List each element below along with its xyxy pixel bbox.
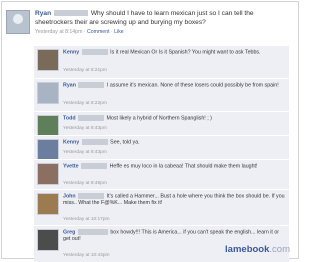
comment-timestamp: Yesterday at 8:49pm	[63, 181, 107, 186]
watermark-suffix: .com	[269, 244, 290, 255]
redacted-surname	[53, 10, 88, 17]
commenter-avatar[interactable]	[37, 139, 59, 161]
comment-text: I assume it's mexican. None of these los…	[106, 82, 279, 89]
commenter-name[interactable]: Yvette	[63, 163, 79, 169]
commenter-avatar[interactable]	[37, 82, 59, 104]
redacted-surname	[81, 163, 108, 169]
comment-link[interactable]: Comment	[87, 29, 110, 35]
meta-separator: ·	[83, 29, 86, 35]
commenter-name[interactable]: Greg	[63, 229, 75, 235]
comment-timestamp: Yesterday at 8:43pm	[63, 150, 107, 155]
comment-timestamp: Yesterday at 8:43pm	[63, 126, 107, 131]
comment-text: Is it real Mexican Or Is it Spanish? You…	[110, 49, 261, 56]
post-body: Ryan Why should I have to learn mexican …	[35, 10, 291, 27]
comment-item: John It's called a Hammer... Bust a hole…	[34, 189, 289, 226]
commenter-avatar[interactable]	[37, 163, 59, 185]
author-name[interactable]: Ryan	[35, 10, 51, 17]
comment-body: Kenny See, told ya.	[63, 139, 285, 146]
comment-timestamp: Yesterday at 10:43pm	[63, 253, 110, 258]
redacted-surname	[77, 229, 108, 235]
comment-body: Greg box howdy!!! This is America... if …	[63, 229, 285, 243]
comment-item: Kenny Is it real Mexican Or Is it Spanis…	[34, 45, 289, 79]
redacted-surname	[78, 193, 105, 199]
commenter-avatar[interactable]	[37, 229, 59, 251]
site-watermark: lamebook.com	[225, 244, 290, 255]
watermark-main: lamebook	[225, 244, 270, 255]
comment-item: Kenny See, told ya. Yesterday at 8:43pm	[34, 135, 289, 161]
meta-separator: ·	[110, 29, 113, 35]
post-meta: Yesterday at 8:14pm · Comment · Like	[35, 29, 124, 35]
commenter-name[interactable]: Todd	[63, 115, 76, 121]
comment-body: Kenny Is it real Mexican Or Is it Spanis…	[63, 49, 285, 56]
commenter-name[interactable]: Kenny	[63, 49, 79, 55]
redacted-surname	[78, 82, 105, 88]
post-timestamp: Yesterday at 8:14pm	[35, 29, 83, 35]
comment-body: Ryan I assume it's mexican. None of thes…	[63, 82, 285, 89]
like-link[interactable]: Like	[114, 29, 124, 35]
commenter-name[interactable]: Kenny	[63, 139, 79, 145]
comment-timestamp: Yesterday at 8:21pm	[63, 68, 107, 73]
comment-timestamp: Yesterday at 8:22pm	[63, 101, 107, 106]
commenter-name[interactable]: John	[63, 193, 76, 199]
comment-item: Yvette Heffe es muy loco in la cabeaa! T…	[34, 159, 289, 190]
comment-timestamp: Yesterday at 10:17pm	[63, 217, 110, 222]
comment-text: See, told ya.	[110, 139, 140, 146]
comment-body: Todd Most likely a hybrid of Northern Sp…	[63, 115, 285, 122]
commenter-name[interactable]: Ryan	[63, 82, 76, 88]
redacted-surname	[78, 115, 105, 121]
commenter-avatar[interactable]	[37, 193, 59, 215]
comment-text: Most likely a hybrid of Northern Spangli…	[106, 115, 212, 122]
comment-text: Heffe es muy loco in la cabeaa! That sho…	[109, 163, 258, 170]
redacted-surname	[81, 139, 108, 145]
commenter-avatar[interactable]	[37, 49, 59, 71]
redacted-surname	[81, 49, 108, 55]
commenter-avatar[interactable]	[37, 115, 59, 137]
author-avatar[interactable]	[6, 10, 30, 34]
comment-item: Todd Most likely a hybrid of Northern Sp…	[34, 111, 289, 137]
comment-body: John It's called a Hammer... Bust a hole…	[63, 193, 285, 207]
comment-item: Ryan I assume it's mexican. None of thes…	[34, 78, 289, 112]
comment-body: Yvette Heffe es muy loco in la cabeaa! T…	[63, 163, 285, 170]
